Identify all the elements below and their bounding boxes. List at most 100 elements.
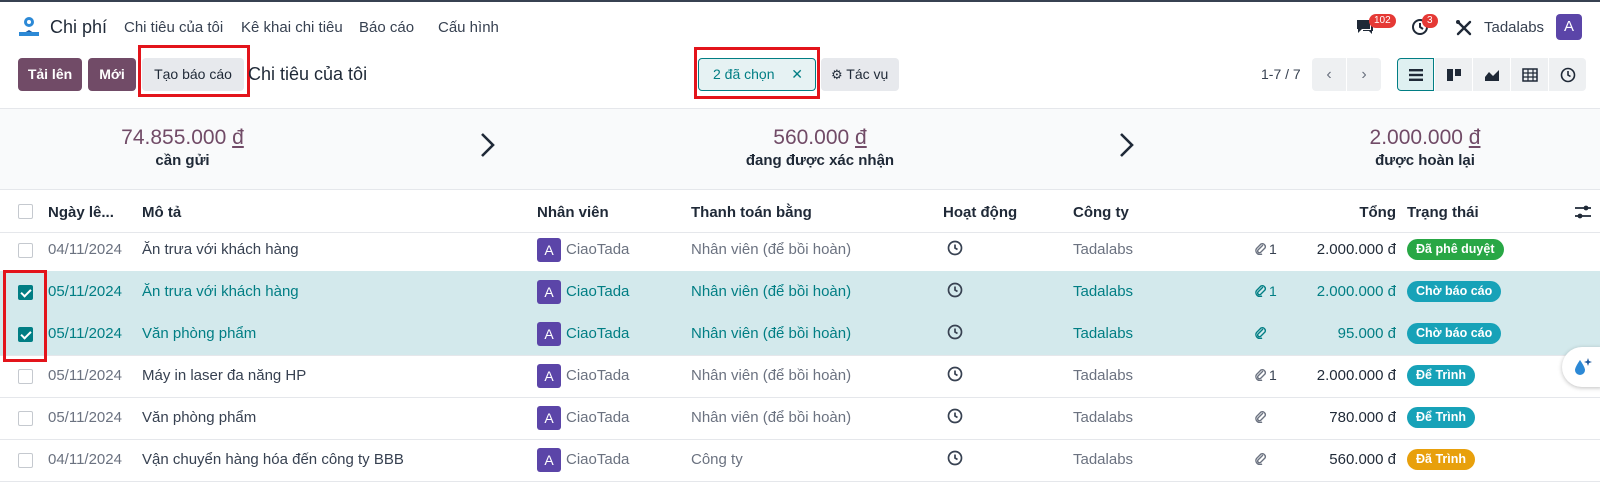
- employee-avatar[interactable]: A: [537, 280, 561, 304]
- cell-employee[interactable]: CiaoTada: [566, 283, 629, 300]
- cell-employee[interactable]: CiaoTada: [566, 241, 629, 258]
- breadcrumb: Chi tiêu của tôi: [248, 64, 368, 84]
- employee-avatar[interactable]: A: [537, 448, 561, 472]
- chevron-left-icon: ‹: [1326, 66, 1332, 83]
- cell-company: Tadalabs: [1073, 451, 1134, 468]
- status-badge: Để Trình: [1407, 407, 1476, 428]
- stat-under-validation[interactable]: 560.000 đ đang được xác nhận: [700, 126, 940, 169]
- cell-date: 05/11/2024: [48, 409, 122, 426]
- ai-assistant-button[interactable]: [1562, 347, 1600, 387]
- menu-configuration[interactable]: Cấu hình: [438, 19, 499, 36]
- paperclip-icon: [1254, 241, 1267, 258]
- new-button[interactable]: Mới: [88, 58, 136, 91]
- table-row[interactable]: 04/11/2024 Ăn trưa với khách hàng A CiaoTad…: [0, 229, 1600, 272]
- messages-button[interactable]: 102: [1355, 12, 1396, 42]
- table-row[interactable]: 05/11/2024 Ăn trưa với khách hàng A CiaoTad…: [0, 271, 1600, 314]
- stat-to-submit[interactable]: 74.855.000 đ cần gửi: [80, 126, 285, 169]
- employee-avatar[interactable]: A: [537, 322, 561, 346]
- employee-avatar[interactable]: A: [537, 406, 561, 430]
- currency-symbol: đ: [232, 126, 244, 149]
- table-header: Ngày lê... Mô tả Nhân viên Thanh toán bằ…: [0, 191, 1600, 233]
- pivot-view-button[interactable]: [1511, 58, 1548, 91]
- menu-reporting[interactable]: Báo cáo: [359, 19, 414, 36]
- column-header-activity[interactable]: Hoạt động: [943, 204, 1017, 221]
- paperclip-icon: [1254, 367, 1267, 384]
- row-checkbox[interactable]: [18, 369, 33, 384]
- cell-employee[interactable]: CiaoTada: [566, 367, 629, 384]
- user-avatar[interactable]: A: [1556, 14, 1582, 40]
- column-header-employee[interactable]: Nhân viên: [537, 204, 609, 221]
- cell-date: 05/11/2024: [48, 325, 122, 342]
- cell-total: 95.000 đ: [1337, 325, 1396, 342]
- table-row[interactable]: 05/11/2024 Văn phòng phẩm A CiaoTada Nhân vi…: [0, 397, 1600, 440]
- row-checkbox[interactable]: [18, 453, 33, 468]
- gear-icon: ⚙: [831, 67, 843, 82]
- activities-button[interactable]: 3: [1411, 12, 1441, 42]
- status-badge: Đã phê duyệt: [1407, 239, 1504, 260]
- employee-avatar[interactable]: A: [537, 238, 561, 262]
- stat-amount: 74.855.000: [121, 126, 227, 149]
- expenses-app-icon[interactable]: [17, 16, 41, 38]
- company-switcher[interactable]: Tadalabs: [1484, 19, 1544, 36]
- column-header-date[interactable]: Ngày lê...: [48, 204, 114, 221]
- activity-clock-icon[interactable]: [947, 324, 963, 344]
- top-navbar: Chi phí Chi tiêu của tôi Kê khai chi tiê…: [0, 0, 1600, 50]
- list-view-button[interactable]: [1397, 58, 1434, 91]
- currency-symbol: đ: [1468, 126, 1481, 149]
- clock-icon: [1560, 67, 1575, 82]
- highlight-box-selected-checkboxes: [3, 270, 47, 362]
- table-row[interactable]: 05/11/2024 Máy in laser đa năng HP A CiaoTa…: [0, 355, 1600, 398]
- cell-total: 780.000 đ: [1329, 409, 1396, 426]
- app-title[interactable]: Chi phí: [50, 17, 107, 38]
- tools-icon[interactable]: [1455, 19, 1473, 37]
- cell-employee[interactable]: CiaoTada: [566, 451, 629, 468]
- menu-expense-reports[interactable]: Kê khai chi tiêu: [241, 19, 343, 36]
- pager-previous-button[interactable]: ‹: [1312, 58, 1346, 91]
- status-badge: Chờ báo cáo: [1407, 323, 1502, 344]
- column-header-total[interactable]: Tổng: [1359, 204, 1396, 221]
- stat-reimbursed[interactable]: 2.000.000 đ được hoàn lại: [1330, 126, 1520, 169]
- activity-clock-icon[interactable]: [947, 240, 963, 260]
- activity-clock-icon[interactable]: [947, 450, 963, 470]
- attachment-count: 1: [1269, 241, 1277, 257]
- pager-value[interactable]: 1-7 / 7: [1261, 66, 1301, 82]
- activity-view-button[interactable]: [1549, 58, 1586, 91]
- actions-label: Tác vụ: [846, 66, 889, 82]
- pager-next-button[interactable]: ›: [1347, 58, 1381, 91]
- graph-view-button[interactable]: [1473, 58, 1510, 91]
- menu-my-expenses[interactable]: Chi tiêu của tôi: [124, 19, 223, 36]
- cell-total: 2.000.000 đ: [1316, 283, 1396, 300]
- status-badge: Đã Trình: [1407, 449, 1476, 470]
- cell-employee[interactable]: CiaoTada: [566, 409, 629, 426]
- activities-count-badge: 3: [1422, 14, 1438, 28]
- stat-amount: 560.000: [773, 126, 850, 149]
- column-header-description[interactable]: Mô tả: [142, 204, 181, 221]
- optional-columns-icon[interactable]: [1574, 204, 1592, 220]
- select-all-checkbox[interactable]: [18, 204, 33, 219]
- upload-button[interactable]: Tải lên: [18, 58, 82, 91]
- column-header-paid-by[interactable]: Thanh toán bằng: [691, 204, 812, 221]
- cell-total: 2.000.000 đ: [1316, 367, 1396, 384]
- employee-avatar[interactable]: A: [537, 364, 561, 388]
- row-checkbox[interactable]: [18, 243, 33, 258]
- row-checkbox[interactable]: [18, 411, 33, 426]
- kanban-view-button[interactable]: [1435, 58, 1472, 91]
- cell-description: Văn phòng phẩm: [142, 325, 257, 342]
- activity-clock-icon[interactable]: [947, 282, 963, 302]
- column-header-company[interactable]: Công ty: [1073, 204, 1129, 221]
- activity-clock-icon[interactable]: [947, 408, 963, 428]
- cell-total: 560.000 đ: [1329, 451, 1396, 468]
- sparkle-drop-icon: [1575, 358, 1592, 375]
- cell-description: Vận chuyển hàng hóa đến công ty BBB: [142, 451, 404, 468]
- cell-paid-by: Nhân viên (để bồi hoàn): [691, 283, 852, 300]
- table-row[interactable]: 04/11/2024 Vận chuyển hàng hóa đến công t…: [0, 439, 1600, 482]
- cell-description: Ăn trưa với khách hàng: [142, 283, 299, 300]
- paperclip-icon: [1254, 283, 1267, 300]
- cell-company: Tadalabs: [1073, 409, 1134, 426]
- cell-employee[interactable]: CiaoTada: [566, 325, 629, 342]
- activity-clock-icon[interactable]: [947, 366, 963, 386]
- actions-button[interactable]: ⚙ Tác vụ: [821, 58, 899, 91]
- paperclip-icon: [1254, 409, 1267, 426]
- column-header-status[interactable]: Trạng thái: [1407, 204, 1479, 221]
- table-row[interactable]: 05/11/2024 Văn phòng phẩm A CiaoTada Nhân vi…: [0, 313, 1600, 356]
